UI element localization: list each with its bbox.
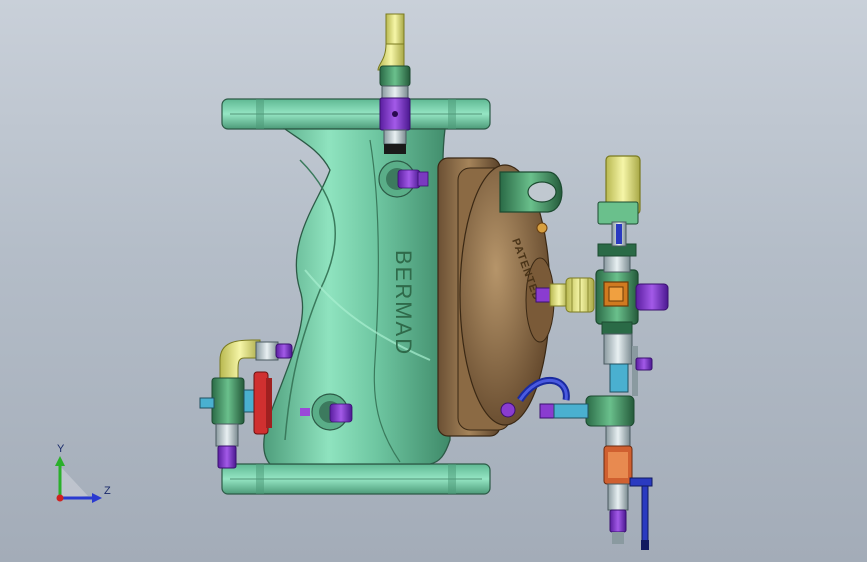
valve-3d-model[interactable]: BERMAD PATENTED — [0, 0, 867, 562]
top-flange[interactable] — [221, 98, 491, 130]
z-axis-arrow-icon — [92, 493, 102, 503]
cad-viewport[interactable]: BERMAD PATENTED Y Z — [0, 0, 867, 562]
ball-valve-handle[interactable] — [629, 477, 653, 550]
z-axis-label: Z — [104, 485, 111, 497]
pilot-valve-block[interactable] — [595, 243, 669, 335]
right-connector-lower[interactable] — [539, 403, 589, 419]
orientation-triad: Y Z — [55, 443, 111, 503]
lifting-eye[interactable] — [499, 171, 563, 213]
axis-origin — [56, 494, 64, 502]
triad-plane — [60, 466, 88, 498]
y-axis-arrow-icon — [55, 456, 65, 466]
y-axis-label: Y — [57, 443, 65, 455]
bottom-flange[interactable] — [221, 463, 491, 495]
body-engraving: BERMAD — [391, 250, 416, 356]
pressure-gauge[interactable] — [597, 155, 641, 247]
